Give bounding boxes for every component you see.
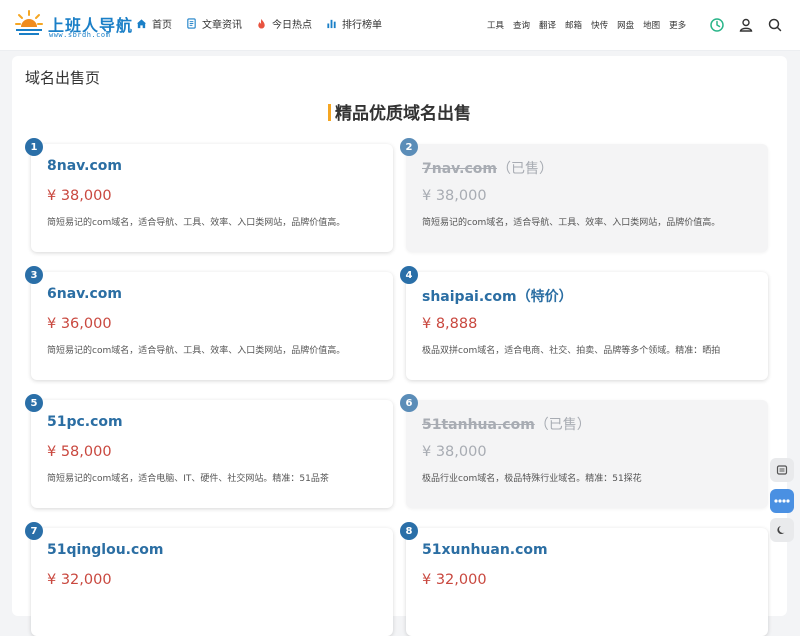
content-panel: 域名出售页 精品优质域名出售 1 8nav.com ¥ 38,000 简短易记的… <box>12 56 787 636</box>
nav-hot-label: 今日热点 <box>272 20 312 31</box>
domain-price: ¥ 58,000 <box>47 444 112 460</box>
nav-articles[interactable]: 文章资讯 <box>186 16 242 31</box>
dark-mode-icon <box>777 526 785 534</box>
domain-price: ¥ 36,000 <box>47 316 112 332</box>
nav-query[interactable]: 查询 <box>513 19 530 31</box>
domain-desc: 简短易记的com域名，适合导航、工具、效率、入口类网站，品牌价值高。 <box>47 218 346 228</box>
card-number: 2 <box>400 138 418 156</box>
main-nav: 首页 文章资讯 今日热点 排行榜单 <box>136 16 396 31</box>
secondary-nav: 工具 查询 翻译 邮箱 快传 网盘 地图 更多 <box>487 19 695 31</box>
card-number: 3 <box>25 266 43 284</box>
nav-articles-label: 文章资讯 <box>202 20 242 31</box>
domain-name[interactable]: 6nav.com <box>47 286 122 302</box>
domain-name[interactable]: 51pc.com <box>47 414 123 430</box>
domain-card-8[interactable]: 8 51xunhuan.com ¥ 32,000 <box>400 522 768 636</box>
domain-card-7[interactable]: 7 51qinglou.com ¥ 32,000 <box>25 522 393 636</box>
nav-translate[interactable]: 翻译 <box>539 19 556 31</box>
top-header: 上班人导航 www.sbrdh.com 首页 文章资讯 今日热点 排行榜单 工具… <box>0 0 800 51</box>
more-icon <box>774 499 790 503</box>
domain-desc: 极品双拼com域名，适合电商、社交、拍卖、品牌等多个领域。精准：晒拍 <box>422 346 721 356</box>
card-number: 7 <box>25 522 43 540</box>
section-title: 精品优质域名出售 <box>12 99 787 124</box>
nav-ranking[interactable]: 排行榜单 <box>326 16 382 31</box>
domain-name[interactable]: shaipai.com（特价） <box>422 286 573 306</box>
nav-ranking-label: 排行榜单 <box>342 20 382 31</box>
domain-card-2[interactable]: 2 7nav.com（已售） ¥ 38,000 简短易记的com域名，适合导航、… <box>400 138 768 252</box>
search-icon[interactable] <box>767 17 783 33</box>
domain-price: ¥ 32,000 <box>422 572 487 588</box>
domain-desc: 简短易记的com域名，适合导航、工具、效率、入口类网站，品牌价值高。 <box>422 218 721 228</box>
domain-card-1[interactable]: 1 8nav.com ¥ 38,000 简短易记的com域名，适合导航、工具、效… <box>25 138 393 252</box>
domain-card-4[interactable]: 4 shaipai.com（特价） ¥ 8,888 极品双拼com域名，适合电商… <box>400 266 768 380</box>
clock-icon[interactable] <box>709 17 725 33</box>
domain-name[interactable]: 8nav.com <box>47 158 122 174</box>
card-number: 4 <box>400 266 418 284</box>
domain-desc: 简短易记的com域名，适合导航、工具、效率、入口类网站，品牌价值高。 <box>47 346 346 356</box>
message-button[interactable] <box>770 458 794 482</box>
nav-mail[interactable]: 邮箱 <box>565 19 582 31</box>
logo-url: www.sbrdh.com <box>49 31 111 39</box>
domain-name[interactable]: 7nav.com（已售） <box>422 158 553 178</box>
domain-price: ¥ 38,000 <box>422 188 487 204</box>
fire-icon <box>258 18 265 29</box>
nav-hot[interactable]: 今日热点 <box>256 16 312 31</box>
home-icon <box>136 19 147 29</box>
sun-logo-icon <box>15 10 43 35</box>
domain-price: ¥ 32,000 <box>47 572 112 588</box>
card-number: 8 <box>400 522 418 540</box>
domain-name-text: 7nav.com <box>422 161 497 177</box>
domain-name-text: 51tanhua.com <box>422 417 535 433</box>
domain-card-5[interactable]: 5 51pc.com ¥ 58,000 简短易记的com域名，适合电脑、IT、硬… <box>25 394 393 508</box>
sold-tag: （已售） <box>534 417 591 433</box>
nav-home-label: 首页 <box>152 20 172 31</box>
domain-price: ¥ 38,000 <box>47 188 112 204</box>
nav-home[interactable]: 首页 <box>136 16 172 31</box>
page-title: 域名出售页 <box>25 69 101 87</box>
dark-mode-button[interactable] <box>770 518 794 542</box>
domain-card-6[interactable]: 6 51tanhua.com（已售） ¥ 38,000 极品行业com域名，极品… <box>400 394 768 508</box>
more-button[interactable] <box>770 489 794 513</box>
domain-price: ¥ 8,888 <box>422 316 478 332</box>
nav-transfer[interactable]: 快传 <box>591 19 608 31</box>
section-title-text: 精品优质域名出售 <box>335 104 471 124</box>
card-number: 5 <box>25 394 43 412</box>
domain-name[interactable]: 51xunhuan.com <box>422 542 548 558</box>
nav-map[interactable]: 地图 <box>643 19 660 31</box>
message-icon <box>776 465 788 475</box>
domain-name[interactable]: 51qinglou.com <box>47 542 164 558</box>
domain-name[interactable]: 51tanhua.com（已售） <box>422 414 591 434</box>
domain-price: ¥ 38,000 <box>422 444 487 460</box>
nav-tools[interactable]: 工具 <box>487 19 504 31</box>
ranking-icon <box>327 19 336 29</box>
domain-card-3[interactable]: 3 6nav.com ¥ 36,000 简短易记的com域名，适合导航、工具、效… <box>25 266 393 380</box>
title-accent-bar <box>328 104 331 121</box>
domain-desc: 极品行业com域名，极品特殊行业域名。精准：51探花 <box>422 474 642 484</box>
card-number: 1 <box>25 138 43 156</box>
sold-tag: （已售） <box>496 161 553 177</box>
nav-more[interactable]: 更多 <box>669 19 686 31</box>
nav-cloud[interactable]: 网盘 <box>617 19 634 31</box>
card-number: 6 <box>400 394 418 412</box>
document-icon <box>187 18 196 29</box>
user-icon[interactable] <box>738 17 754 33</box>
site-logo[interactable]: 上班人导航 www.sbrdh.com <box>14 9 132 39</box>
domain-desc: 简短易记的com域名，适合电脑、IT、硬件、社交网站。精准：51品茶 <box>47 474 329 484</box>
